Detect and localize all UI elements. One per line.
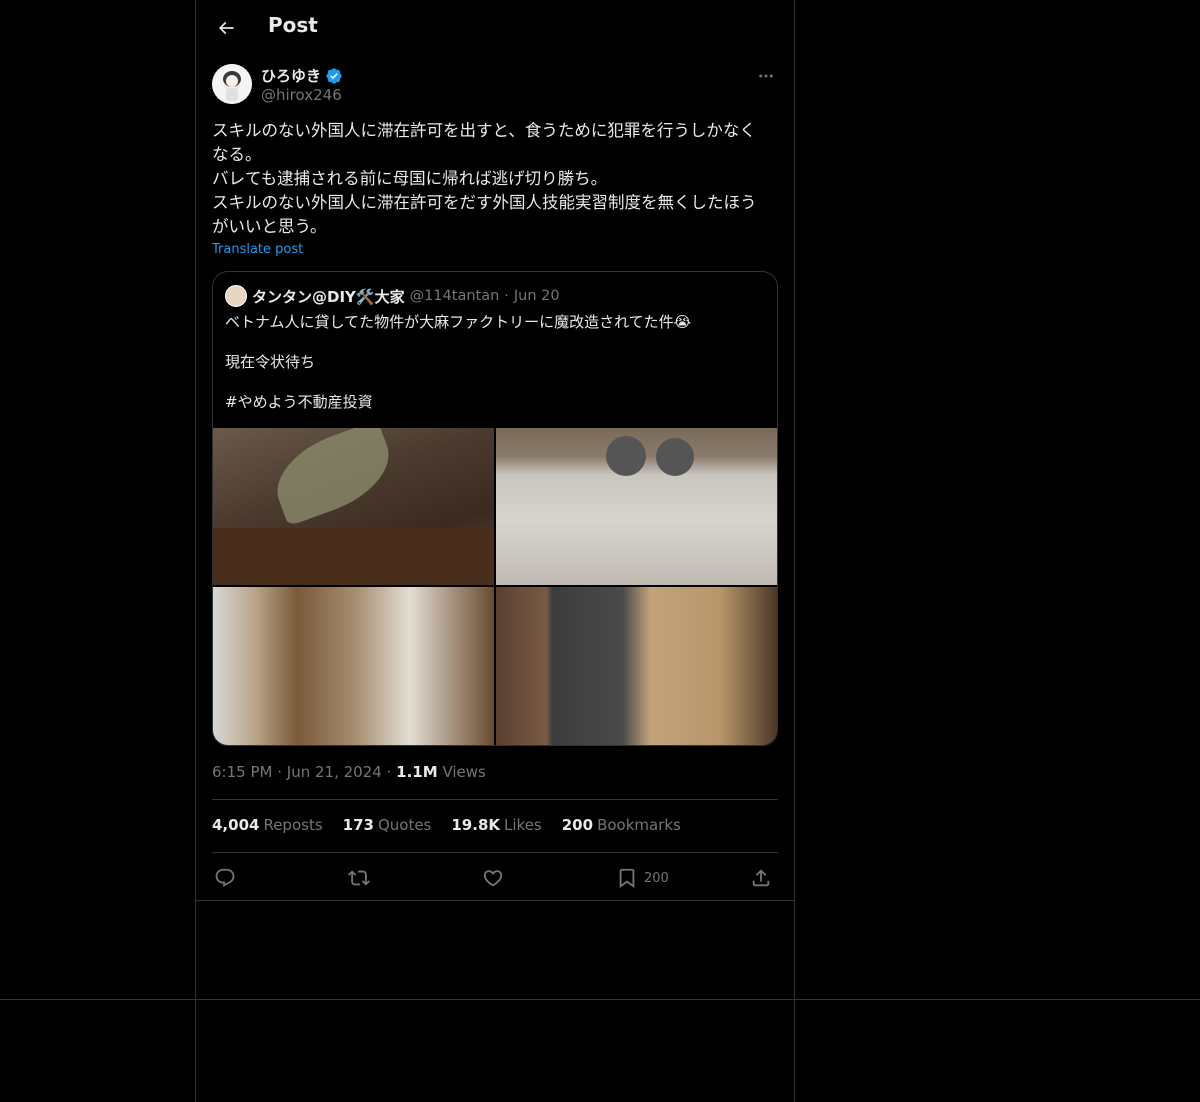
avatar[interactable] <box>212 64 252 104</box>
reply-button[interactable] <box>214 864 236 892</box>
meta-separator: · <box>277 763 283 781</box>
photo-cardboard-boxes[interactable] <box>496 587 777 745</box>
meta-separator: · <box>386 763 392 781</box>
more-button[interactable] <box>754 64 778 88</box>
bookmark-icon <box>619 868 635 889</box>
divider <box>196 900 794 901</box>
duct-hole <box>606 436 646 476</box>
page: Post ひろゆき @hirox246 スキルのない外国人に滞在許可を出すと、食… <box>0 0 1200 1102</box>
page-title: Post <box>268 13 318 37</box>
author-row: ひろゆき @hirox246 <box>212 64 778 108</box>
post-meta: 6:15 PM · Jun 21, 2024 · 1.1M Views <box>212 763 486 781</box>
photo-ceiling-ducts[interactable] <box>496 428 777 585</box>
quote-header: タンタン@DIY🛠️大家 @114tantan · Jun 20 <box>225 284 560 308</box>
quotes-stat[interactable]: 173 Quotes <box>343 816 432 834</box>
views-label: Views <box>442 763 486 781</box>
share-icon <box>752 869 770 887</box>
post-date[interactable]: Jun 21, 2024 <box>287 763 382 781</box>
reply-icon <box>215 868 235 887</box>
author-name-row[interactable]: ひろゆき <box>261 65 343 86</box>
more-icon <box>759 74 773 78</box>
back-arrow-icon <box>218 21 234 35</box>
quoted-post[interactable]: タンタン@DIY🛠️大家 @114tantan · Jun 20 ベトナム人に貸… <box>212 271 778 746</box>
author-name[interactable]: ひろゆき <box>261 65 321 86</box>
quote-media-grid <box>213 428 777 745</box>
reposts-stat[interactable]: 4,004 Reposts <box>212 816 323 834</box>
quote-avatar <box>225 285 247 307</box>
engagement-stats: 4,004 Reposts 173 Quotes 19.8K Likes 200 Boo… <box>212 816 681 834</box>
divider <box>212 799 778 800</box>
bookmarks-stat[interactable]: 200 Bookmarks <box>562 816 681 834</box>
like-button[interactable] <box>482 864 504 892</box>
bookmark-count: 200 <box>644 870 669 886</box>
action-bar: 200 <box>212 864 778 892</box>
likes-stat[interactable]: 19.8K Likes <box>451 816 541 834</box>
translate-post-link[interactable]: Translate post <box>212 242 303 257</box>
duct-hole <box>656 438 694 476</box>
bookmark-button[interactable]: 200 <box>616 864 669 892</box>
wood-shelf <box>213 528 494 585</box>
verified-badge-icon <box>326 67 342 84</box>
divider <box>212 852 778 853</box>
post-time[interactable]: 6:15 PM <box>212 763 272 781</box>
quote-date: Jun 20 <box>513 288 560 304</box>
author-handle[interactable]: @hirox246 <box>261 86 342 104</box>
post-text: スキルのない外国人に滞在許可を出すと、食うために犯罪を行うしかなく なる。 バレ… <box>212 121 757 236</box>
quote-separator: · <box>504 288 509 304</box>
header: Post <box>196 0 794 54</box>
back-button[interactable] <box>209 11 243 45</box>
share-button[interactable] <box>750 864 772 892</box>
repost-button[interactable] <box>348 864 370 892</box>
photo-dried-leaf[interactable] <box>213 428 494 585</box>
main-column: Post ひろゆき @hirox246 スキルのない外国人に滞在許可を出すと、食… <box>195 0 795 1102</box>
like-icon <box>483 870 503 887</box>
views-count: 1.1M <box>396 763 438 781</box>
photo-hallway[interactable] <box>213 587 494 745</box>
quote-author-name: タンタン@DIY🛠️大家 <box>252 287 405 306</box>
leaf-shape <box>264 428 402 527</box>
quote-author-handle: @114tantan <box>409 288 500 304</box>
quote-text: ベトナム人に貸してた物件が大麻ファクトリーに魔改造されてた件😭 現在令状待ち #… <box>225 313 692 411</box>
repost-icon <box>348 870 370 886</box>
